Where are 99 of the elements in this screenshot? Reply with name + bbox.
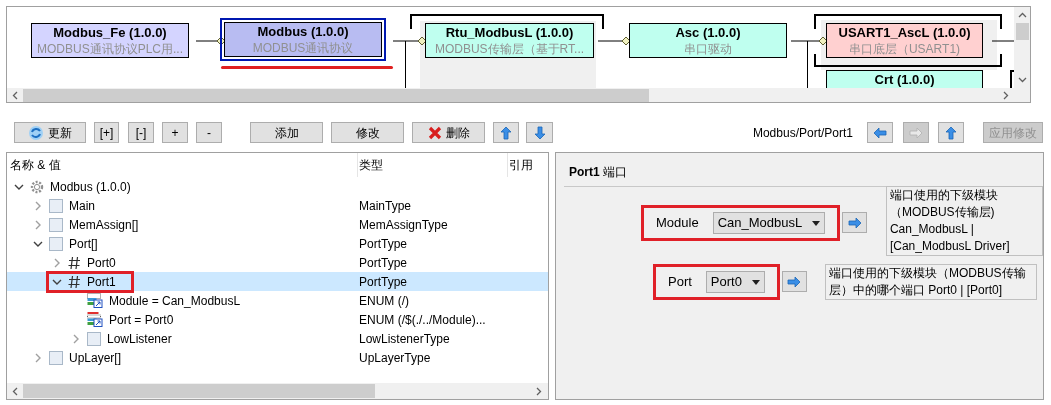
nav-button[interactable] <box>867 122 893 143</box>
toolbar-button[interactable]: - <box>196 122 222 143</box>
expand-chevron-icon[interactable] <box>54 257 60 268</box>
toolbar-button[interactable]: 删除 <box>412 122 485 143</box>
node-box-icon <box>49 198 63 213</box>
column-header[interactable]: 类型 <box>357 153 507 177</box>
dropdown[interactable]: Can_ModbusL <box>712 212 826 234</box>
description-text: 端口使用的下级模块（MODBUS传输层) Can_ModbusL | [Can_ModbusL Driver] <box>885 186 1043 256</box>
expand-chevron-icon[interactable] <box>35 352 41 363</box>
scroll-left-icon <box>12 386 18 396</box>
type-cell-text: UpLayerType <box>358 349 432 367</box>
horizontal-scrollbar[interactable] <box>7 383 548 399</box>
tree-item-label[interactable]: Module = Can_ModbusL <box>109 291 241 310</box>
horizontal-scrollbar[interactable] <box>7 88 1030 102</box>
node-box-icon <box>49 350 63 365</box>
type-cell-text: PortType <box>358 254 409 272</box>
scrollbar-thumb[interactable] <box>23 89 649 102</box>
toolbar-button[interactable]: + <box>162 122 188 143</box>
module-node[interactable]: Modbus_Fe (1.0.0) MODBUS通讯协议PLC用... <box>31 23 189 58</box>
scroll-left-icon <box>12 91 18 100</box>
toolbar-button[interactable]: 修改 <box>331 122 404 143</box>
field-label: Module <box>656 214 699 233</box>
toolbar-button[interactable]: 更新 <box>14 122 86 143</box>
expand-chevron-icon[interactable] <box>35 219 41 230</box>
collapse-chevron-icon[interactable] <box>52 278 62 285</box>
panel-title: Port1 端口 <box>568 164 629 181</box>
collapse-chevron-icon[interactable] <box>14 183 24 190</box>
gear-icon <box>30 179 44 194</box>
path-label: Modbus/Port/Port1 <box>752 124 853 142</box>
tree-item-label[interactable]: Main <box>69 196 95 215</box>
field-label: Port <box>668 273 692 292</box>
up-arrow-icon <box>500 125 512 140</box>
tree-item-label[interactable]: Port1 <box>87 272 116 291</box>
hash-icon <box>68 255 81 270</box>
type-cell-text: ENUM (/) <box>358 292 410 310</box>
nav-button[interactable] <box>938 122 964 143</box>
go-button[interactable] <box>781 271 807 292</box>
type-cell-text: MemAssignType <box>358 216 449 234</box>
type-cell-text: ENUM (/$(./../Module)... <box>358 311 487 329</box>
connector <box>392 36 427 46</box>
left-arrow-icon <box>873 126 887 139</box>
type-cell-text: MainType <box>358 197 413 215</box>
down-arrow-icon <box>533 125 546 140</box>
scroll-right-icon <box>1003 91 1009 100</box>
column-header[interactable]: 名称 & 值 <box>7 153 357 177</box>
caret-icon <box>751 279 760 285</box>
right-arrow-icon <box>787 275 802 288</box>
description-text: 端口使用的下级模块（MODBUS传输层）中的哪个端口 Port0 | [Port0] <box>824 264 1037 300</box>
tree-item-label[interactable]: MemAssign[] <box>69 215 139 234</box>
caret-icon <box>812 220 821 226</box>
expand-chevron-icon[interactable] <box>35 200 41 211</box>
bracket <box>1010 70 1014 88</box>
node-box-icon <box>49 217 63 232</box>
hash-icon <box>68 274 81 289</box>
selected-node[interactable]: Modbus (1.0.0) MODBUS通讯协议 <box>220 18 386 61</box>
expand-chevron-icon[interactable] <box>73 333 79 344</box>
enum-icon <box>87 293 103 308</box>
connector <box>597 36 631 46</box>
scroll-up-icon <box>1018 12 1027 18</box>
module-node[interactable]: USART1_AscL (1.0.0) 串口底层（USART1) <box>826 23 983 58</box>
toolbar-button[interactable] <box>493 122 519 143</box>
up-arrow-icon <box>945 125 957 140</box>
tree-item-label[interactable]: Port0 <box>87 253 116 272</box>
dropdown[interactable]: Port0 <box>705 271 765 293</box>
scrollbar-thumb[interactable] <box>1016 23 1029 40</box>
connector-line <box>807 40 808 88</box>
go-button[interactable] <box>842 212 867 233</box>
scroll-down-icon <box>1018 77 1027 83</box>
type-cell-text: PortType <box>358 273 409 291</box>
node-box-icon <box>49 236 63 251</box>
tree-item-label[interactable]: Port = Port0 <box>109 310 174 329</box>
enum-icon <box>87 312 103 327</box>
tree-item-label[interactable]: Modbus (1.0.0) <box>50 177 131 196</box>
module-node[interactable]: Crt (1.0.0) <box>826 70 983 88</box>
right-arrow-icon <box>847 216 862 229</box>
toolbar-button[interactable]: [+] <box>94 122 119 143</box>
toolbar-button[interactable]: 添加 <box>250 122 323 143</box>
module-node[interactable]: Asc (1.0.0) 串口驱动 <box>629 23 787 58</box>
tree-item-label[interactable]: LowListener <box>107 329 172 348</box>
column-header[interactable]: 引用 <box>507 153 548 177</box>
collapse-chevron-icon[interactable] <box>33 240 43 247</box>
node-box-icon <box>87 331 101 346</box>
scrollbar-thumb[interactable] <box>23 384 375 398</box>
scroll-right-icon <box>536 386 542 396</box>
selected-row[interactable]: Port1 PortType <box>7 272 548 291</box>
connector-line <box>405 40 406 88</box>
right-arrow-icon <box>909 126 923 139</box>
connector <box>991 40 1014 42</box>
connector <box>790 36 828 46</box>
toolbar-button[interactable]: [-] <box>128 122 154 143</box>
type-cell-text: PortType <box>358 235 409 253</box>
module-node[interactable]: Rtu_ModbusL (1.0.0) MODBUS传输层（基于RT... <box>425 23 594 58</box>
vertical-scrollbar[interactable] <box>1014 7 1030 88</box>
tree-item-label[interactable]: Port[] <box>69 234 98 253</box>
tree-item-label[interactable]: UpLayer[] <box>69 348 122 367</box>
type-cell-text: LowListenerType <box>358 330 451 348</box>
close-icon <box>427 125 442 140</box>
toolbar-button[interactable] <box>526 122 553 143</box>
refresh-icon <box>28 124 44 141</box>
